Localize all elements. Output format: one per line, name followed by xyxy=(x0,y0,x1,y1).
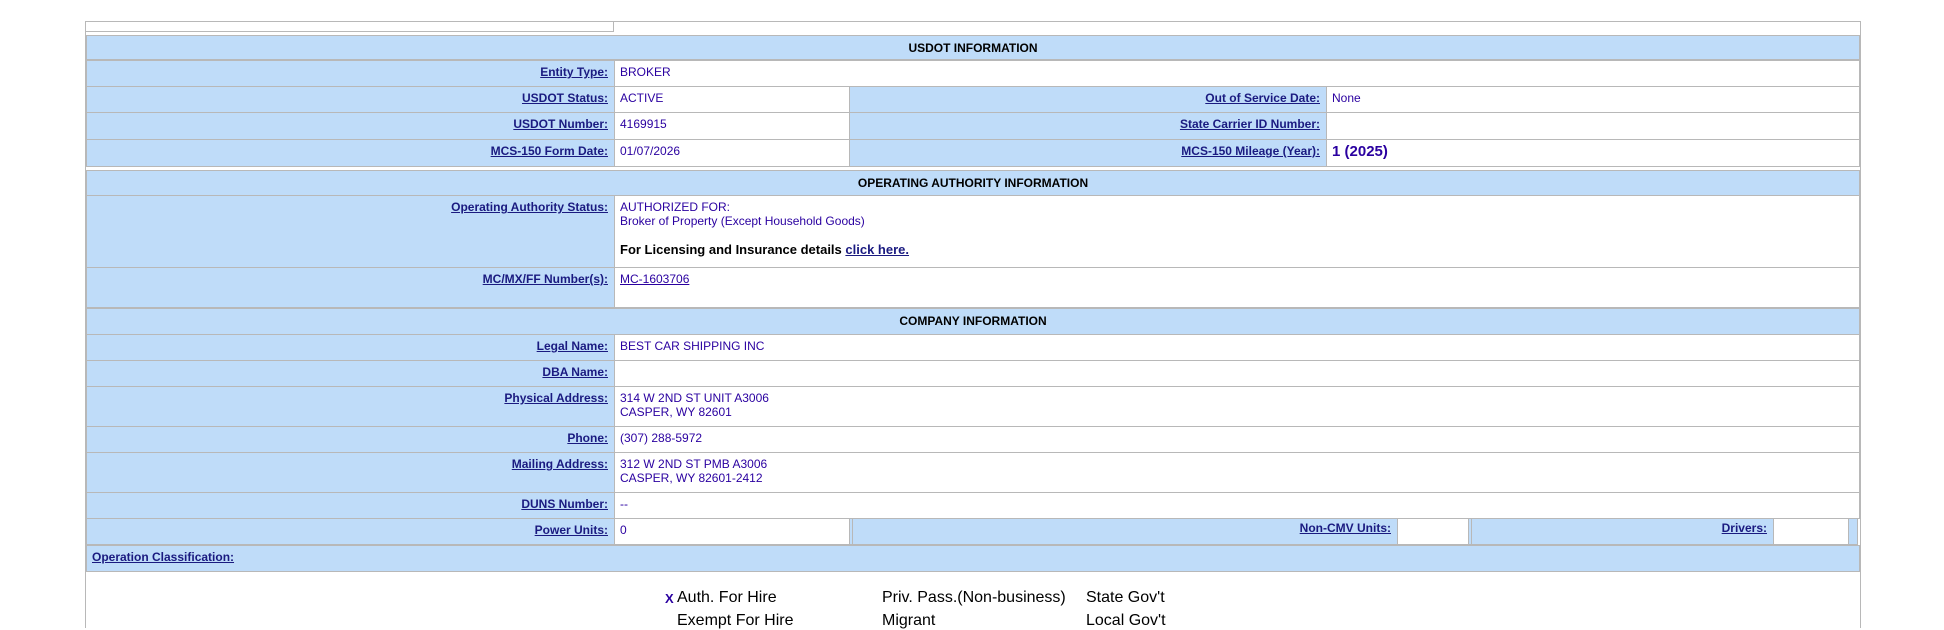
power-units-label-link[interactable]: Power Units: xyxy=(535,523,608,537)
operating-authority-header: OPERATING AUTHORITY INFORMATION xyxy=(86,170,1860,196)
drivers-value xyxy=(1773,518,1849,545)
power-units-label-cell: Power Units: xyxy=(86,518,615,545)
non-cmv-units-value xyxy=(1397,518,1469,545)
authority-status-line2: Broker of Property (Except Household Goo… xyxy=(620,214,865,228)
mc-number-label-link[interactable]: MC/MX/FF Number(s): xyxy=(483,272,608,286)
migrant-option: Migrant xyxy=(882,612,936,629)
mcs150-mileage-value: 1 (2025) xyxy=(1326,139,1860,167)
physical-address-value-cell: 314 W 2ND ST UNIT A3006 CASPER, WY 82601 xyxy=(614,386,1860,427)
legal-name-label-link[interactable]: Legal Name: xyxy=(537,339,608,353)
mc-number-link[interactable]: MC-1603706 xyxy=(620,272,689,286)
physical-address-label-cell: Physical Address: xyxy=(86,386,615,427)
usdot-status-label-link[interactable]: USDOT Status: xyxy=(522,91,608,105)
entity-type-value: BROKER xyxy=(614,60,1860,87)
mcs150-mileage-label-link[interactable]: MCS-150 Mileage (Year): xyxy=(1181,144,1320,158)
duns-number-value: -- xyxy=(614,492,1860,519)
operation-classification-link[interactable]: Operation Classification: xyxy=(92,550,234,564)
legal-name-value: BEST CAR SHIPPING INC xyxy=(614,334,1860,361)
out-of-service-label-cell: Out of Service Date: xyxy=(849,86,1327,113)
phone-label-cell: Phone: xyxy=(86,426,615,453)
mailing-address-value-cell: 312 W 2ND ST PMB A3006 CASPER, WY 82601-… xyxy=(614,452,1860,493)
mc-number-label-cell: MC/MX/FF Number(s): xyxy=(86,267,615,308)
exempt-for-hire-option: Exempt For Hire xyxy=(677,612,794,629)
mcs150-date-label-link[interactable]: MCS-150 Form Date: xyxy=(491,144,608,158)
licensing-click-here-link[interactable]: click here. xyxy=(845,242,909,257)
drivers-label-cell: Drivers: xyxy=(1471,518,1774,545)
non-cmv-units-label-link[interactable]: Non-CMV Units: xyxy=(1300,521,1391,535)
state-carrier-id-label-cell: State Carrier ID Number: xyxy=(849,112,1327,140)
authority-status-label-cell: Operating Authority Status: xyxy=(86,195,615,268)
state-govt-option: State Gov't xyxy=(1086,589,1165,606)
company-information-header: COMPANY INFORMATION xyxy=(86,308,1860,335)
dba-name-value xyxy=(614,360,1860,387)
authority-status-line1: AUTHORIZED FOR: xyxy=(620,200,730,214)
state-carrier-id-value xyxy=(1326,112,1860,140)
mailing-address-label-cell: Mailing Address: xyxy=(86,452,615,493)
usdot-number-value: 4169915 xyxy=(614,112,850,140)
drivers-spacer xyxy=(1848,518,1858,545)
mcs150-date-label-cell: MCS-150 Form Date: xyxy=(86,139,615,167)
auth-for-hire-checkmark: X xyxy=(665,591,674,606)
dba-name-label-link[interactable]: DBA Name: xyxy=(542,365,608,379)
drivers-label-link[interactable]: Drivers: xyxy=(1722,521,1767,535)
mcs150-mileage-label-cell: MCS-150 Mileage (Year): xyxy=(849,139,1327,167)
non-cmv-units-label-cell: Non-CMV Units: xyxy=(852,518,1398,545)
table-top-spacer-cell xyxy=(85,21,614,32)
auth-for-hire-option: Auth. For Hire xyxy=(677,589,777,606)
physical-address-line1: 314 W 2ND ST UNIT A3006 xyxy=(620,391,769,405)
out-of-service-value: None xyxy=(1326,86,1860,113)
usdot-status-value: ACTIVE xyxy=(614,86,850,113)
operation-classification-header: Operation Classification: xyxy=(86,545,1860,572)
duns-number-label-link[interactable]: DUNS Number: xyxy=(521,497,608,511)
usdot-number-label-link[interactable]: USDOT Number: xyxy=(513,117,608,131)
state-carrier-id-label-link[interactable]: State Carrier ID Number: xyxy=(1180,117,1320,131)
power-units-value: 0 xyxy=(614,518,850,545)
phone-value: (307) 288-5972 xyxy=(614,426,1860,453)
physical-address-line2: CASPER, WY 82601 xyxy=(620,405,732,419)
entity-type-label-link[interactable]: Entity Type: xyxy=(540,65,608,79)
usdot-number-label-cell: USDOT Number: xyxy=(86,112,615,140)
licensing-details-line: For Licensing and Insurance details clic… xyxy=(620,242,1854,257)
local-govt-option: Local Gov't xyxy=(1086,612,1166,629)
mailing-address-line2: CASPER, WY 82601-2412 xyxy=(620,471,763,485)
mc-number-value-cell: MC-1603706 xyxy=(614,267,1860,308)
entity-type-label-cell: Entity Type: xyxy=(86,60,615,87)
legal-name-label-cell: Legal Name: xyxy=(86,334,615,361)
out-of-service-label-link[interactable]: Out of Service Date: xyxy=(1205,91,1320,105)
mailing-address-label-link[interactable]: Mailing Address: xyxy=(512,457,608,471)
authority-status-label-link[interactable]: Operating Authority Status: xyxy=(451,200,608,214)
physical-address-label-link[interactable]: Physical Address: xyxy=(504,391,608,405)
phone-label-link[interactable]: Phone: xyxy=(567,431,608,445)
priv-pass-nonbusiness-option: Priv. Pass.(Non-business) xyxy=(882,589,1066,606)
licensing-details-text: For Licensing and Insurance details xyxy=(620,242,842,257)
usdot-status-label-cell: USDOT Status: xyxy=(86,86,615,113)
mailing-address-line1: 312 W 2ND ST PMB A3006 xyxy=(620,457,768,471)
authority-status-value-cell: AUTHORIZED FOR: Broker of Property (Exce… xyxy=(614,195,1860,268)
mcs150-date-value: 01/07/2026 xyxy=(614,139,850,167)
duns-number-label-cell: DUNS Number: xyxy=(86,492,615,519)
dba-name-label-cell: DBA Name: xyxy=(86,360,615,387)
usdot-information-header: USDOT INFORMATION xyxy=(86,35,1860,60)
